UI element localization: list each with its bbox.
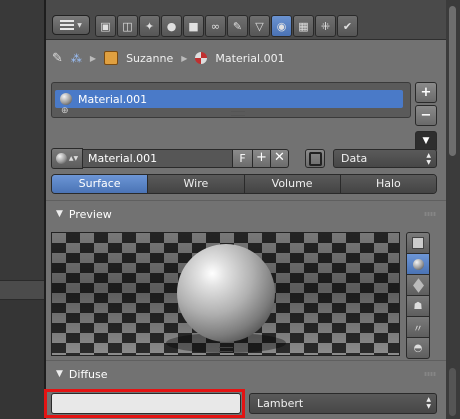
- link-dropdown[interactable]: Data ▲ ▼: [333, 149, 437, 168]
- collapse-triangle-icon: ▼: [56, 209, 63, 219]
- diffuse-shader-value: Lambert: [257, 397, 304, 410]
- link-dropdown-value: Data: [341, 152, 368, 165]
- cube-preview-icon[interactable]: [406, 274, 430, 296]
- tab-surface[interactable]: Surface: [52, 175, 149, 193]
- scrollbar-thumb[interactable]: [449, 6, 456, 156]
- material-sphere-icon: [55, 153, 67, 164]
- preview-render-image: [52, 233, 399, 355]
- physics-icon[interactable]: ✔: [337, 15, 358, 37]
- panel-drag-handle[interactable]: [424, 212, 436, 216]
- scene-icon: ⁂: [70, 51, 82, 65]
- remove-slot-button[interactable]: −: [415, 105, 437, 126]
- render-icon[interactable]: ▣: [95, 15, 116, 37]
- browse-material-button[interactable]: ▲▼: [51, 148, 83, 169]
- list-filter-icon[interactable]: ⊕: [61, 106, 69, 116]
- material-icon[interactable]: ◉: [271, 15, 292, 37]
- material-icon: [195, 52, 208, 64]
- panel-divider: [46, 200, 446, 201]
- clipboard-icon: [308, 151, 322, 166]
- preview-panel-title: Preview: [68, 207, 112, 221]
- pin-icon[interactable]: ✎: [52, 51, 63, 66]
- scene-icon[interactable]: ✦: [139, 15, 160, 37]
- material-type-tabs: Surface Wire Volume Halo: [51, 174, 437, 194]
- material-slot-label: Material.001: [78, 92, 148, 106]
- collapse-triangle-icon: ▼: [56, 369, 63, 379]
- object-icon: [104, 51, 119, 65]
- panel-drag-handle[interactable]: [424, 372, 436, 376]
- monkey-preview-icon[interactable]: ☗: [406, 295, 430, 317]
- breadcrumb-arrow-icon: ▶: [181, 53, 188, 63]
- slot-buttons: + − ▼: [415, 82, 437, 152]
- sky-sphere-preview-icon[interactable]: ◓: [406, 337, 430, 359]
- editor-type-button[interactable]: ▼: [52, 15, 90, 35]
- chevron-down-icon: ▼: [77, 21, 82, 29]
- diffuse-panel-title: Diffuse: [68, 367, 108, 381]
- hair-preview-icon[interactable]: 〃: [406, 316, 430, 338]
- breadcrumb: ✎ ⁂ ▶ Suzanne ▶ Material.001: [52, 48, 285, 68]
- preview-type-buttons: ☗ 〃 ◓: [406, 232, 430, 359]
- material-preview-render: [51, 232, 400, 356]
- viewport-area: [0, 0, 44, 280]
- properties-editor-icon: [60, 20, 75, 30]
- panel-divider: [46, 360, 446, 361]
- scrollbar-lower: [449, 368, 456, 416]
- context-tabs: ▣ ◫ ✦ ● ■ ∞ ✎ ▽ ◉ ▦ ⁜ ✔: [95, 15, 358, 37]
- breadcrumb-arrow-icon: ▶: [89, 53, 97, 63]
- breadcrumb-material: Material.001: [215, 51, 285, 65]
- viewport-area-lower: [0, 300, 44, 419]
- sphere-preview-icon[interactable]: [406, 253, 430, 275]
- texture-icon[interactable]: ▦: [293, 15, 314, 37]
- render-layers-icon[interactable]: ◫: [117, 15, 138, 37]
- chevron-updown-icon: ▲▼: [426, 152, 431, 166]
- preview-resize-grip[interactable]: [219, 347, 233, 352]
- preview-panel-header[interactable]: ▼ Preview: [46, 203, 446, 225]
- chevron-updown-icon: ▲▼: [68, 155, 79, 162]
- fake-user-button[interactable]: F: [233, 149, 253, 168]
- material-datablock-row: ▲▼ Material.001 F + ✕: [51, 148, 289, 169]
- material-name-field[interactable]: Material.001: [83, 149, 233, 168]
- copy-paste-material-button[interactable]: [305, 149, 325, 168]
- diffuse-shader-dropdown[interactable]: Lambert ▲ ▼: [249, 393, 437, 414]
- data-icon[interactable]: ▽: [249, 15, 270, 37]
- constraints-icon[interactable]: ∞: [205, 15, 226, 37]
- flat-preview-icon[interactable]: [406, 232, 430, 254]
- highlight-box: [44, 389, 245, 418]
- object-icon[interactable]: ■: [183, 15, 204, 37]
- diffuse-panel-header[interactable]: ▼ Diffuse: [46, 363, 446, 385]
- viewport-header-strip: [0, 280, 44, 300]
- list-resize-grip[interactable]: [231, 111, 245, 116]
- world-icon[interactable]: ●: [161, 15, 182, 37]
- tab-wire[interactable]: Wire: [148, 175, 245, 193]
- modifiers-icon[interactable]: ✎: [227, 15, 248, 37]
- particles-icon[interactable]: ⁜: [315, 15, 336, 37]
- add-slot-button[interactable]: +: [415, 82, 437, 103]
- unlink-material-button[interactable]: ✕: [271, 149, 289, 168]
- tab-halo[interactable]: Halo: [340, 175, 436, 193]
- tab-volume[interactable]: Volume: [244, 175, 341, 193]
- material-slot-item[interactable]: Material.001: [55, 90, 403, 108]
- chevron-updown-icon: ▲▼: [426, 396, 431, 410]
- new-material-button[interactable]: +: [253, 149, 271, 168]
- breadcrumb-object: Suzanne: [126, 51, 174, 65]
- material-sphere-icon: [60, 93, 72, 105]
